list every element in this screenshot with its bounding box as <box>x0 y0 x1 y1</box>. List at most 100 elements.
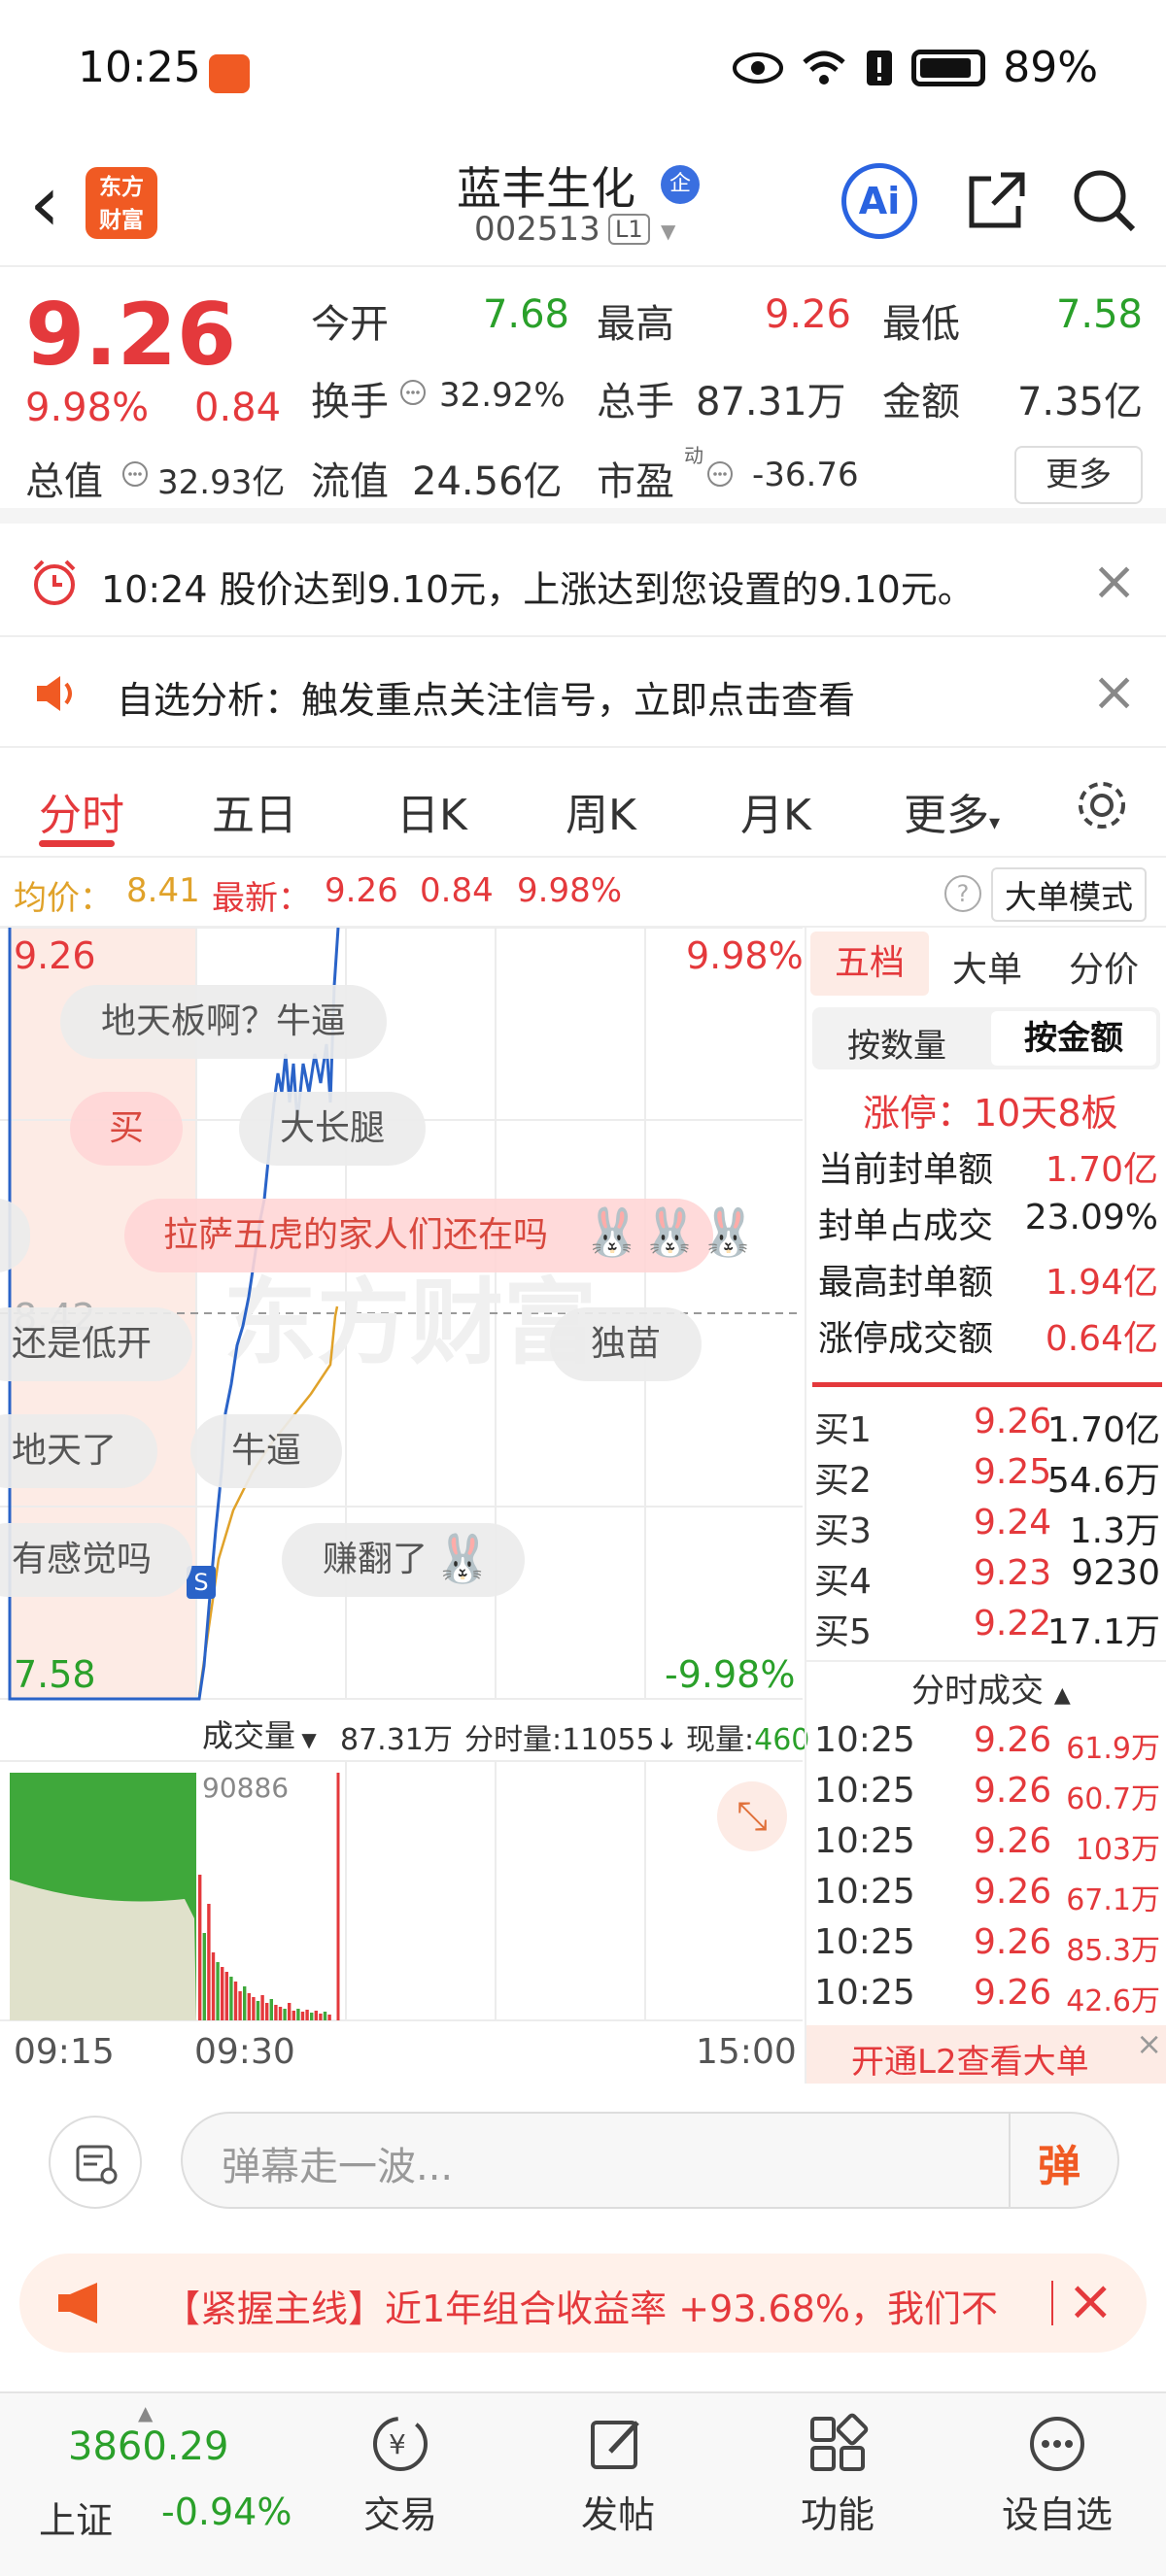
share-icon[interactable] <box>962 165 1032 235</box>
tab-more[interactable]: 更多▾ <box>904 780 1000 842</box>
danmaku-bubble[interactable]: 地天了 <box>0 1414 158 1488</box>
bid-row[interactable]: 买1 9.26 1.70亿 <box>814 1398 1160 1450</box>
index-change[interactable]: -0.94% <box>161 2491 292 2533</box>
pct-axis-bottom: -9.98% <box>665 1653 796 1696</box>
bid-row[interactable]: 买4 9.23 9230 <box>814 1549 1160 1602</box>
subtab-by-quantity[interactable]: 按数量 <box>847 1019 946 1067</box>
watchlist-analysis-notice[interactable]: 自选分析：触发重点关注信号，立即点击查看 × <box>0 639 1166 748</box>
trade-price: 9.26 <box>974 1821 1052 1861</box>
subtab-by-amount[interactable]: 按金额 <box>991 1011 1156 1066</box>
amount: 7.35亿 <box>1016 380 1143 424</box>
close-icon[interactable]: × <box>1091 661 1137 724</box>
stat-row: 封单占成交 23.09% <box>818 1198 1158 1246</box>
tab-daily-k[interactable]: 日K <box>396 780 467 842</box>
latest-percent: 9.98% <box>517 871 623 910</box>
danmaku-bubble[interactable]: 牛逼 <box>190 1414 343 1488</box>
l2-banner[interactable]: 开通L2查看大单 × <box>806 2025 1166 2084</box>
stock-name[interactable]: 蓝丰生化 <box>457 153 635 218</box>
back-icon[interactable]: ‹ <box>29 165 78 243</box>
volume-bar <box>323 2012 327 2020</box>
big-order-mode-button[interactable]: 大单模式 <box>991 867 1147 922</box>
stock-code[interactable]: 002513 <box>474 210 600 249</box>
bid-row[interactable]: 买3 9.24 1.3万 <box>814 1499 1160 1551</box>
bid-row[interactable]: 买2 9.25 54.6万 <box>814 1448 1160 1501</box>
status-icons: 89% <box>733 43 1098 92</box>
stat-row: 最高封单额 1.94亿 <box>818 1263 1158 1303</box>
battery-icon <box>911 49 986 86</box>
total-market-value: 32.93亿 <box>157 463 286 502</box>
app-logo[interactable]: 东方 财富 <box>86 167 157 239</box>
chevron-down-icon[interactable]: ▼ <box>661 220 675 243</box>
volume-bar <box>319 2014 323 2020</box>
time-axis-start: 09:15 <box>14 2032 115 2072</box>
danmaku-bubble[interactable]: 还是低开 <box>0 1307 193 1381</box>
tab-monthly-k[interactable]: 月K <box>740 780 811 842</box>
danmaku-bubble[interactable]: 大长腿 <box>239 1092 427 1166</box>
volume-bar <box>211 1952 216 2020</box>
current-volume: 现量:460 <box>686 1723 810 1757</box>
more-button[interactable]: 更多 <box>1014 446 1143 504</box>
volume-dropdown[interactable]: 成交量 ▼ <box>202 1712 317 1756</box>
bid-row[interactable]: 买5 9.22 17.1万 <box>814 1600 1160 1652</box>
danmaku-settings-button[interactable] <box>49 2116 142 2209</box>
volume-bar <box>252 1997 256 2020</box>
danmaku-input[interactable]: 弹幕走一波... 弹 <box>181 2112 1119 2209</box>
low-label: 最低 <box>882 302 960 347</box>
search-icon[interactable] <box>1069 165 1139 235</box>
tab-weekly-k[interactable]: 周K <box>566 780 636 842</box>
volume-bar <box>233 1982 238 2020</box>
promo-banner[interactable]: 【紧握主线】近1年组合收益率 +93.68%，我们不 × <box>19 2254 1147 2353</box>
trade-time: 10:25 <box>814 1821 915 1861</box>
nav-trade[interactable]: ¥ 交易 <box>332 2413 468 2538</box>
trades-title[interactable]: 分时成交 ▲ <box>911 1664 1071 1712</box>
trade-amount: 67.1万 <box>1066 1883 1160 1917</box>
ai-button[interactable]: Ai <box>841 163 917 239</box>
help-icon[interactable]: ? <box>944 875 981 912</box>
gear-icon[interactable] <box>1073 776 1131 834</box>
tab-five-levels[interactable]: 五档 <box>810 932 929 996</box>
info-circle-icon[interactable] <box>398 378 428 411</box>
info-circle-icon[interactable] <box>120 459 150 492</box>
float-market-value: 24.56亿 <box>412 459 563 504</box>
volume-bar <box>260 1995 264 2020</box>
open-label: 今开 <box>311 302 389 347</box>
danmaku-bubble[interactable]: 买 <box>70 1092 184 1166</box>
bid-amount: 54.6万 <box>1046 1461 1160 1501</box>
danmaku-bubble[interactable]: 有感觉吗 <box>0 1523 193 1597</box>
price-alert-notice[interactable]: 10:24 股价达到9.10元，上涨达到您设置的9.10元。 × <box>0 528 1166 637</box>
nav-post[interactable]: 发帖 <box>550 2413 686 2538</box>
bid-label: 买5 <box>814 1612 872 1652</box>
active-tab-indicator <box>39 840 115 847</box>
volume-bars <box>10 1773 340 2020</box>
divider <box>1009 2114 1011 2207</box>
volume-bar <box>296 2009 300 2020</box>
danmaku-bubble[interactable]: 独苗 <box>550 1307 703 1381</box>
pe-type: 动 <box>684 444 703 467</box>
nav-functions[interactable]: 功能 <box>770 2413 906 2538</box>
volume-bar <box>265 2003 269 2020</box>
expand-icon[interactable]: ⤡ <box>717 1781 787 1851</box>
close-icon[interactable]: × <box>1136 2025 1162 2062</box>
close-icon[interactable]: × <box>1091 550 1137 613</box>
index-value[interactable]: 3860.29 <box>68 2424 228 2469</box>
send-danmaku-button[interactable]: 弹 <box>1038 2131 1080 2193</box>
trade-price: 9.26 <box>974 1771 1052 1811</box>
tab-price-dist[interactable]: 分价 <box>1069 941 1139 992</box>
tab-intraday[interactable]: 分时 <box>39 780 124 842</box>
volume-bar <box>314 2011 318 2020</box>
tab-five-day[interactable]: 五日 <box>212 780 297 842</box>
bid-label: 买3 <box>814 1511 872 1551</box>
battery-level: 89% <box>1003 43 1098 92</box>
sell-signal-marker[interactable]: S <box>187 1566 216 1599</box>
volume-bar <box>292 2011 295 2020</box>
chevron-up-icon[interactable]: ▲ <box>138 2401 153 2424</box>
tab-big-orders[interactable]: 大单 <box>952 941 1022 992</box>
index-name[interactable]: 上证 <box>39 2491 113 2544</box>
latest-price: 9.26 <box>325 871 398 910</box>
nav-add-watchlist[interactable]: 设自选 <box>989 2413 1125 2538</box>
trade-row: 10:25 9.26 103万 <box>814 1817 1160 1867</box>
danmaku-bubble[interactable]: 地天板啊？牛逼 <box>60 985 388 1059</box>
close-icon[interactable]: × <box>1067 2267 1115 2333</box>
bid-label: 买4 <box>814 1562 872 1602</box>
info-circle-icon[interactable] <box>705 459 735 492</box>
